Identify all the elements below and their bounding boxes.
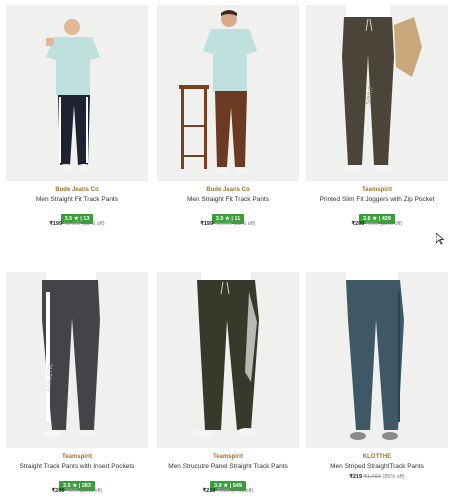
mouse-pointer-icon [436, 233, 444, 245]
product-title[interactable]: Straight Track Pants with Insert Pockets [6, 463, 148, 470]
product-brand: Teamspirit [362, 187, 392, 193]
product-brand: Teamspirit [213, 454, 243, 460]
product-card[interactable]: SPIRIT Teamspirit Printed Slim Fit Jogge… [306, 5, 448, 227]
price-discount: (74% off) [231, 488, 254, 494]
model-illustration [6, 5, 148, 181]
product-image[interactable] [157, 5, 299, 181]
price-original: ₹1,499 [363, 474, 381, 480]
product-title[interactable]: Men Straight Fit Track Pants [6, 196, 148, 203]
price-discount: (82% off) [82, 221, 105, 227]
product-brand: Bude Jeans Co [55, 187, 99, 193]
price-current: ₹200 [351, 221, 365, 227]
price-current: ₹199 [200, 221, 214, 227]
price-original: ₹800 [365, 221, 379, 227]
price-line: ₹210 ₹800 (74% off) [157, 488, 299, 494]
product-card[interactable]: Bude Jeans Co Men Straight Fit Track Pan… [157, 5, 299, 227]
price-current: ₹210 [202, 488, 216, 494]
product-image[interactable]: ATHLETIC [6, 272, 148, 448]
product-image[interactable]: SPIRIT [306, 5, 448, 181]
price-current: ₹199 [49, 221, 63, 227]
price-discount: (85% off) [382, 474, 405, 480]
price-line: ₹200 ₹800 (80% off) [6, 488, 148, 494]
product-card[interactable]: Teamspirit Men Strucutre Panel Straight … [157, 272, 299, 494]
product-image[interactable] [306, 272, 448, 448]
product-image[interactable] [157, 272, 299, 448]
model-illustration [306, 272, 448, 448]
product-grid: Bude Jeans Co Men Straight Fit Track Pan… [0, 0, 457, 500]
price-current: ₹200 [51, 488, 65, 494]
product-card[interactable]: KLOTTHE Men Striped StraightTrack Pants … [306, 272, 448, 480]
price-original: ₹800 [216, 488, 230, 494]
product-title[interactable]: Men Striped StraightTrack Pants [306, 463, 448, 470]
product-image[interactable] [6, 5, 148, 181]
price-current: ₹219 [349, 474, 363, 480]
product-card[interactable]: Bude Jeans Co Men Straight Fit Track Pan… [6, 5, 148, 227]
model-illustration: SPIRIT [306, 5, 448, 181]
product-brand: Teamspirit [62, 454, 92, 460]
price-line: ₹219 ₹1,499 (85% off) [306, 474, 448, 480]
price-original: ₹1,099 [63, 221, 81, 227]
product-title[interactable]: Printed Slim Fit Joggers with Zip Pocket [306, 196, 448, 203]
product-brand: KLOTTHE [362, 454, 392, 460]
price-original: ₹800 [65, 488, 79, 494]
price-original: ₹1,099 [214, 221, 232, 227]
price-line: ₹200 ₹800 (80% off) [306, 221, 448, 227]
price-discount: (82% off) [233, 221, 256, 227]
product-brand: Bude Jeans Co [206, 187, 250, 193]
product-title[interactable]: Men Strucutre Panel Straight Track Pants [157, 463, 299, 470]
price-discount: (80% off) [80, 488, 103, 494]
model-illustration [157, 5, 299, 181]
product-title[interactable]: Men Straight Fit Track Pants [157, 196, 299, 203]
model-illustration: ATHLETIC [6, 272, 148, 448]
product-card[interactable]: ATHLETIC Teamspirit Straight Track Pants… [6, 272, 148, 494]
price-line: ₹199 ₹1,099 (82% off) [157, 221, 299, 227]
model-illustration [157, 272, 299, 448]
price-line: ₹199 ₹1,099 (82% off) [6, 221, 148, 227]
price-discount: (80% off) [380, 221, 403, 227]
